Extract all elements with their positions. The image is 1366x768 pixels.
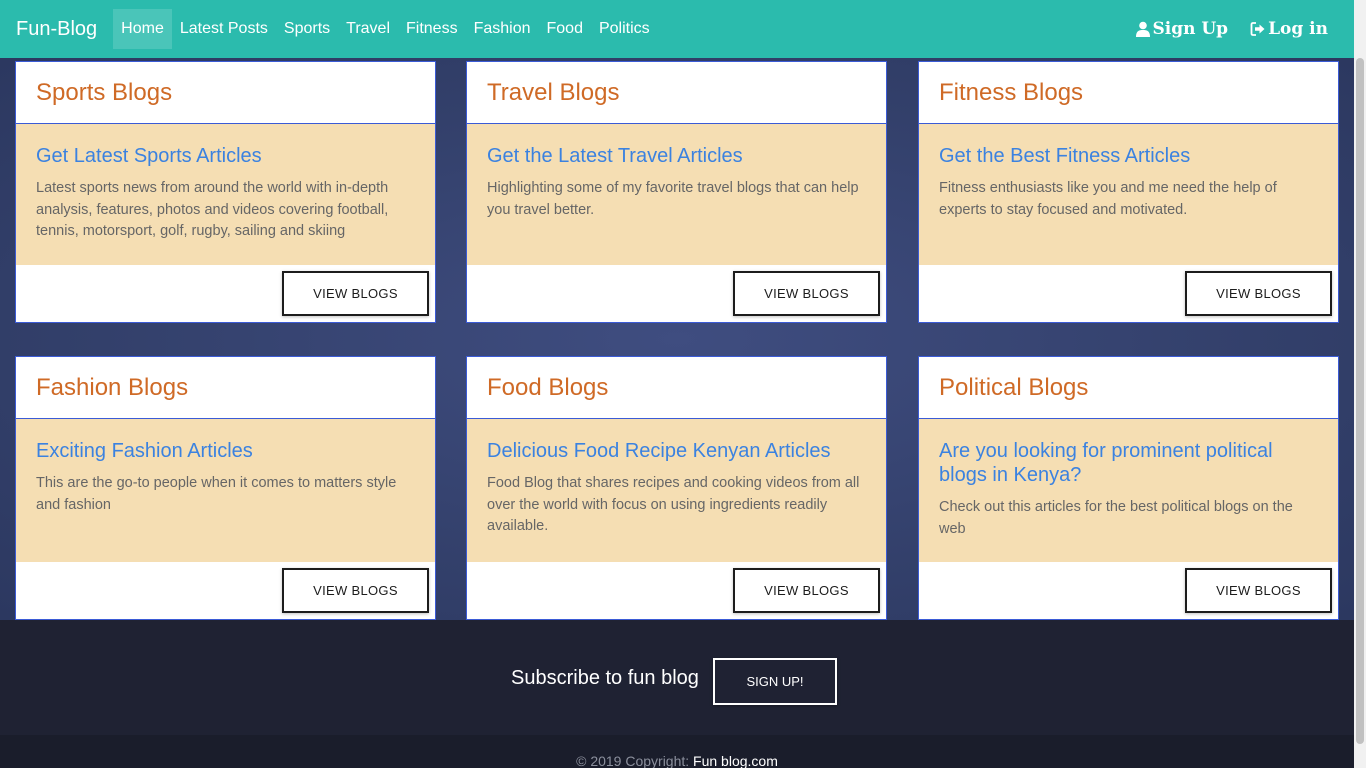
blog-categories: Sports Blogs Get Latest Sports Articles …: [0, 58, 1354, 620]
card-body: Get the Latest Travel Articles Highlight…: [467, 124, 886, 265]
sign-in-icon: [1250, 22, 1265, 36]
card-title: Sports Blogs: [36, 78, 173, 106]
card-body: Get Latest Sports Articles Latest sports…: [16, 124, 435, 265]
subscribe-text: Subscribe to fun blog: [511, 667, 699, 689]
card-fashion: Fashion Blogs Exciting Fashion Articles …: [15, 356, 436, 620]
nav-auth: Sign Up Log in: [1114, 19, 1328, 39]
subscribe-signup-button[interactable]: SIGN UP!: [713, 658, 837, 705]
card-text: Latest sports news from around the world…: [36, 180, 389, 239]
card-title: Political Blogs: [939, 373, 1089, 401]
nav-latest-posts[interactable]: Latest Posts: [172, 9, 276, 49]
nav-sports[interactable]: Sports: [276, 9, 338, 49]
view-blogs-button[interactable]: VIEW BLOGS: [282, 568, 429, 613]
card-header: Travel Blogs: [467, 62, 886, 124]
footer: © 2019 Copyright: Fun blog.com: [0, 735, 1354, 768]
copyright-text: © 2019 Copyright:: [576, 753, 690, 768]
card-footer: VIEW BLOGS: [467, 265, 886, 322]
nav-fitness[interactable]: Fitness: [398, 9, 466, 49]
card-text: Food Blog that shares recipes and cookin…: [487, 475, 860, 534]
card-fitness: Fitness Blogs Get the Best Fitness Artic…: [918, 61, 1339, 323]
card-header: Sports Blogs: [16, 62, 435, 124]
card-footer: VIEW BLOGS: [16, 562, 435, 619]
card-heading[interactable]: Are you looking for prominent political …: [939, 439, 1318, 487]
card-body: Exciting Fashion Articles This are the g…: [16, 419, 435, 562]
footer-link[interactable]: Fun blog.com: [693, 753, 778, 768]
login-label: Log in: [1268, 19, 1328, 39]
card-food: Food Blogs Delicious Food Recipe Kenyan …: [466, 356, 887, 620]
scrollbar[interactable]: [1354, 0, 1366, 768]
view-blogs-button[interactable]: VIEW BLOGS: [282, 271, 429, 316]
card-heading[interactable]: Exciting Fashion Articles: [36, 439, 415, 463]
card-title: Fashion Blogs: [36, 373, 189, 401]
view-blogs-button[interactable]: VIEW BLOGS: [733, 568, 880, 613]
nav-food[interactable]: Food: [539, 9, 591, 49]
card-footer: VIEW BLOGS: [919, 562, 1338, 619]
card-heading[interactable]: Get Latest Sports Articles: [36, 144, 415, 168]
card-text: Check out this articles for the best pol…: [939, 499, 1293, 537]
nav-fashion[interactable]: Fashion: [466, 9, 539, 49]
nav-links: Home Latest Posts Sports Travel Fitness …: [113, 0, 658, 58]
card-footer: VIEW BLOGS: [16, 265, 435, 322]
card-text: This are the go-to people when it comes …: [36, 475, 397, 513]
card-heading[interactable]: Get the Best Fitness Articles: [939, 144, 1318, 168]
view-blogs-button[interactable]: VIEW BLOGS: [1185, 271, 1332, 316]
view-blogs-button[interactable]: VIEW BLOGS: [1185, 568, 1332, 613]
card-text: Highlighting some of my favorite travel …: [487, 180, 859, 218]
card-header: Fitness Blogs: [919, 62, 1338, 124]
card-title: Food Blogs: [487, 373, 609, 401]
signup-label: Sign Up: [1152, 19, 1229, 39]
subscribe-section: Subscribe to fun blog SIGN UP!: [0, 620, 1354, 735]
card-header: Food Blogs: [467, 357, 886, 419]
card-text: Fitness enthusiasts like you and me need…: [939, 180, 1277, 218]
card-heading[interactable]: Get the Latest Travel Articles: [487, 144, 866, 168]
scrollbar-thumb[interactable]: [1356, 58, 1364, 744]
card-header: Political Blogs: [919, 357, 1338, 419]
card-political: Political Blogs Are you looking for prom…: [918, 356, 1339, 620]
card-footer: VIEW BLOGS: [467, 562, 886, 619]
login-link[interactable]: Log in: [1250, 19, 1328, 39]
user-icon: [1136, 21, 1151, 37]
card-sports: Sports Blogs Get Latest Sports Articles …: [15, 61, 436, 323]
card-body: Are you looking for prominent political …: [919, 419, 1338, 562]
copyright: © 2019 Copyright: Fun blog.com: [0, 753, 1354, 768]
nav-travel[interactable]: Travel: [338, 9, 398, 49]
card-body: Delicious Food Recipe Kenyan Articles Fo…: [467, 419, 886, 562]
nav-home[interactable]: Home: [113, 9, 172, 49]
card-title: Fitness Blogs: [939, 78, 1084, 106]
card-header: Fashion Blogs: [16, 357, 435, 419]
brand-logo[interactable]: Fun-Blog: [16, 18, 97, 41]
navbar: Fun-Blog Home Latest Posts Sports Travel…: [0, 0, 1354, 58]
nav-politics[interactable]: Politics: [591, 9, 658, 49]
signup-link[interactable]: Sign Up: [1136, 19, 1228, 39]
card-title: Travel Blogs: [487, 78, 620, 106]
card-travel: Travel Blogs Get the Latest Travel Artic…: [466, 61, 887, 323]
card-footer: VIEW BLOGS: [919, 265, 1338, 322]
card-heading[interactable]: Delicious Food Recipe Kenyan Articles: [487, 439, 866, 463]
card-body: Get the Best Fitness Articles Fitness en…: [919, 124, 1338, 265]
view-blogs-button[interactable]: VIEW BLOGS: [733, 271, 880, 316]
